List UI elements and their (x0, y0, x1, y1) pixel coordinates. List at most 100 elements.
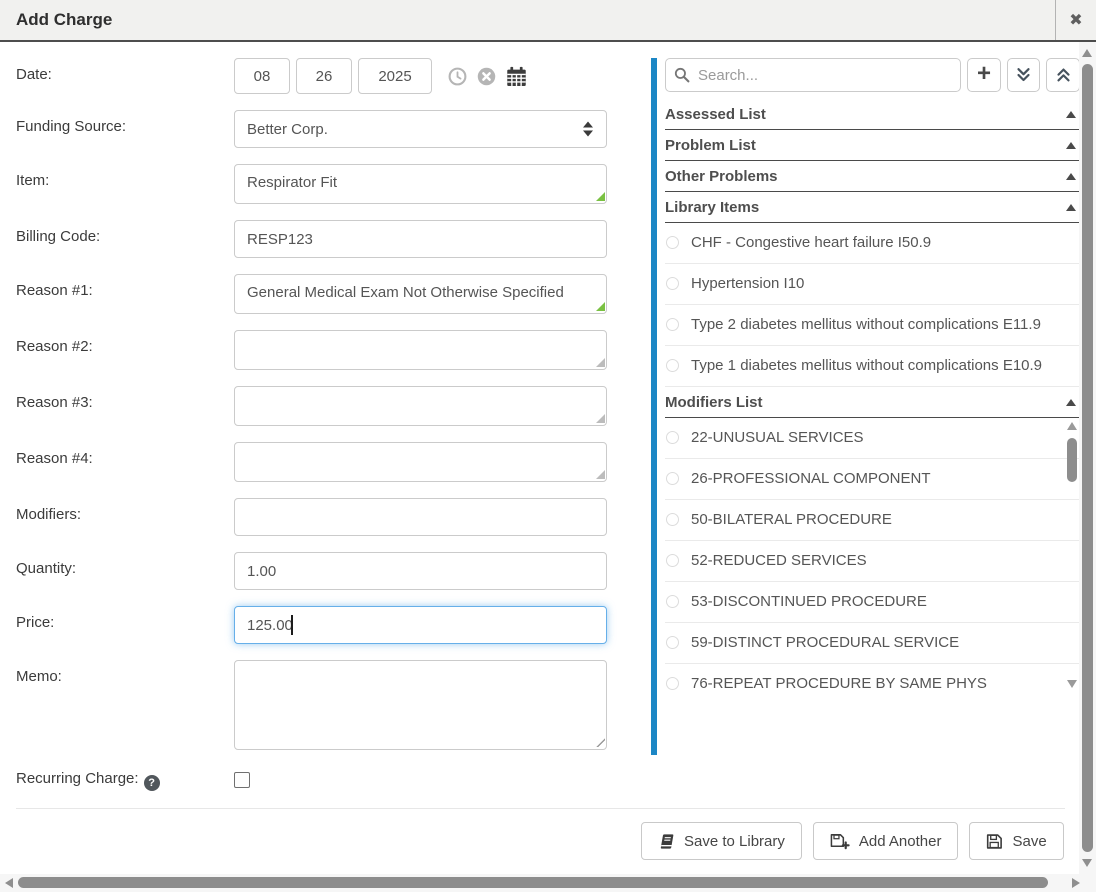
radio-icon[interactable] (666, 472, 679, 485)
funding-source-select[interactable]: Better Corp. (234, 110, 607, 148)
horizontal-scrollbar[interactable] (0, 874, 1096, 892)
recurring-charge-row: Recurring Charge:? (16, 766, 608, 793)
date-year-input[interactable] (358, 58, 432, 94)
radio-icon[interactable] (666, 359, 679, 372)
section-items-library-items: CHF - Congestive heart failure I50.9 Hype… (665, 223, 1080, 387)
memo-input[interactable] (234, 660, 607, 750)
close-button[interactable]: ✖ (1055, 0, 1096, 40)
save-icon (986, 833, 1003, 850)
list-item[interactable]: 22-UNUSUAL SERVICES (665, 418, 1080, 459)
resize-grip-icon[interactable] (596, 302, 605, 311)
reason4-input[interactable] (234, 442, 607, 482)
resize-grip-icon[interactable] (596, 470, 605, 479)
section-header-library-items[interactable]: Library Items (665, 192, 1080, 223)
list-item[interactable]: 59-DISTINCT PROCEDURAL SERVICE (665, 623, 1080, 664)
item-input[interactable]: Respirator Fit (234, 164, 607, 204)
reason2-input[interactable] (234, 330, 607, 370)
list-item[interactable]: Hypertension I10 (665, 264, 1080, 305)
reason3-input[interactable] (234, 386, 607, 426)
list-item[interactable]: Type 1 diabetes mellitus without complic… (665, 346, 1080, 387)
scroll-up-arrow-icon[interactable] (1082, 49, 1092, 57)
add-item-button[interactable]: + (967, 58, 1001, 92)
modifiers-scrollbar-thumb[interactable] (1067, 438, 1077, 482)
modifiers-label: Modifiers: (16, 498, 234, 536)
list-item-label: Hypertension I10 (691, 275, 804, 292)
list-item[interactable]: 26-PROFESSIONAL COMPONENT (665, 459, 1080, 500)
list-item[interactable]: 50-BILATERAL PROCEDURE (665, 500, 1080, 541)
horizontal-scrollbar-thumb[interactable] (18, 877, 1048, 888)
radio-icon[interactable] (666, 513, 679, 526)
save-button[interactable]: Save (969, 822, 1063, 860)
modifiers-scrollbar[interactable] (1065, 420, 1080, 690)
funding-source-row: Funding Source: Better Corp. (16, 110, 608, 148)
radio-icon[interactable] (666, 554, 679, 567)
panel-accent-bar (651, 58, 657, 755)
list-item-label: 59-DISTINCT PROCEDURAL SERVICE (691, 634, 959, 651)
radio-icon[interactable] (666, 636, 679, 649)
scroll-up-arrow-icon[interactable] (1067, 422, 1077, 430)
modal-header: Add Charge ✖ (0, 0, 1096, 42)
date-month-input[interactable] (234, 58, 290, 94)
text-caret (291, 615, 293, 635)
double-chevron-down-icon (1016, 67, 1031, 83)
vertical-scrollbar[interactable] (1079, 42, 1096, 874)
list-item-label: 53-DISCONTINUED PROCEDURE (691, 593, 927, 610)
modifiers-input[interactable] (234, 498, 607, 536)
collapse-all-button[interactable] (1007, 58, 1041, 92)
radio-icon[interactable] (666, 431, 679, 444)
clear-date-icon[interactable] (477, 67, 496, 86)
resize-grip-icon[interactable] (596, 414, 605, 423)
reason1-input[interactable]: General Medical Exam Not Otherwise Speci… (234, 274, 607, 314)
save-plus-icon (830, 832, 850, 850)
reason3-label: Reason #3: (16, 386, 234, 426)
save-to-library-button[interactable]: Save to Library (641, 822, 802, 860)
double-chevron-up-icon (1056, 67, 1071, 83)
list-item[interactable]: 76-REPEAT PROCEDURE BY SAME PHYS (665, 664, 1080, 692)
scroll-right-arrow-icon[interactable] (1072, 878, 1080, 888)
billing-code-input[interactable] (234, 220, 607, 258)
section-header-modifiers-list[interactable]: Modifiers List (665, 387, 1080, 418)
date-day-input[interactable] (296, 58, 352, 94)
recurring-charge-checkbox[interactable] (234, 772, 250, 788)
quantity-label: Quantity: (16, 552, 234, 590)
clock-icon[interactable] (448, 67, 467, 86)
radio-icon[interactable] (666, 236, 679, 249)
collapse-caret-icon (1066, 204, 1076, 211)
collapse-caret-icon (1066, 142, 1076, 149)
reason2-row: Reason #2: (16, 330, 608, 370)
scroll-down-arrow-icon[interactable] (1082, 859, 1092, 867)
radio-icon[interactable] (666, 677, 679, 690)
search-input[interactable] (665, 58, 961, 92)
calendar-icon[interactable] (506, 66, 527, 87)
list-item-label: CHF - Congestive heart failure I50.9 (691, 234, 931, 251)
list-item-label: 22-UNUSUAL SERVICES (691, 429, 864, 446)
funding-source-label: Funding Source: (16, 110, 234, 148)
reason4-label: Reason #4: (16, 442, 234, 482)
add-another-button[interactable]: Add Another (813, 822, 959, 860)
scroll-down-arrow-icon[interactable] (1067, 680, 1077, 688)
help-icon[interactable]: ? (144, 775, 160, 791)
resize-grip-icon[interactable] (596, 192, 605, 201)
item-row: Item: Respirator Fit (16, 164, 608, 204)
footer-divider (16, 808, 1065, 809)
vertical-scrollbar-thumb[interactable] (1082, 64, 1093, 852)
radio-icon[interactable] (666, 318, 679, 331)
section-header-other-problems[interactable]: Other Problems (665, 161, 1080, 192)
radio-icon[interactable] (666, 595, 679, 608)
list-item[interactable]: 52-REDUCED SERVICES (665, 541, 1080, 582)
list-item-label: 50-BILATERAL PROCEDURE (691, 511, 892, 528)
radio-icon[interactable] (666, 277, 679, 290)
scroll-left-arrow-icon[interactable] (5, 878, 13, 888)
price-input[interactable] (234, 606, 607, 644)
add-another-label: Add Another (859, 833, 942, 850)
list-item[interactable]: CHF - Congestive heart failure I50.9 (665, 223, 1080, 264)
list-item[interactable]: Type 2 diabetes mellitus without complic… (665, 305, 1080, 346)
section-header-problem-list[interactable]: Problem List (665, 130, 1080, 161)
section-label: Library Items (665, 199, 759, 216)
resize-grip-icon[interactable] (596, 358, 605, 367)
section-header-assessed-list[interactable]: Assessed List (665, 99, 1080, 130)
modifiers-row: Modifiers: (16, 498, 608, 536)
list-item[interactable]: 53-DISCONTINUED PROCEDURE (665, 582, 1080, 623)
quantity-input[interactable] (234, 552, 607, 590)
expand-all-button[interactable] (1046, 58, 1080, 92)
